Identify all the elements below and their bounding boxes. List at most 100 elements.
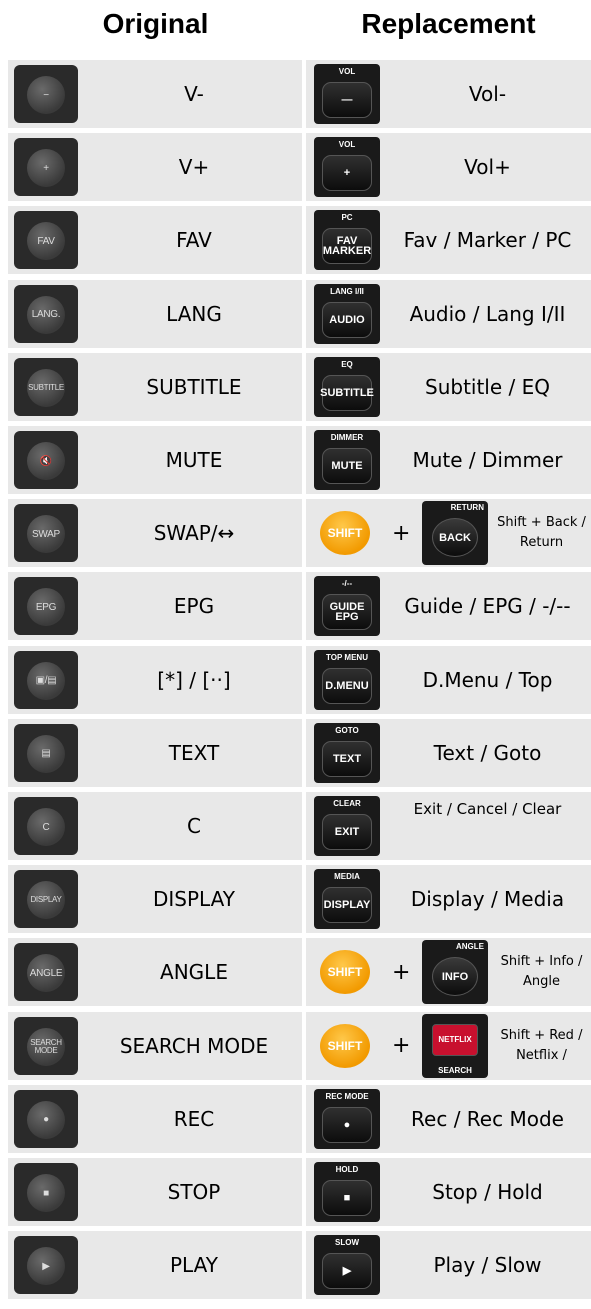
shift-key-icon: SHIFT (320, 950, 370, 995)
table-row: FAV FAV PC FAV MARKER Fav / Marker / PC (0, 206, 591, 276)
replacement-key-icon: D.MENU (322, 667, 372, 704)
original-remote-photo: LANG. (14, 284, 78, 343)
replacement-key-icon: GUIDE EPG (322, 594, 372, 631)
original-cell: CC (8, 792, 302, 860)
replacement-label: Play / Slow (433, 1253, 542, 1278)
original-label: V- (184, 82, 204, 106)
replacement-cell: DIMMER MUTE Mute / Dimmer (306, 426, 591, 494)
key-caption: PC (341, 213, 353, 223)
table-row: ▤ TEXT GOTO TEXT Text / Goto (0, 718, 591, 789)
original-key-icon: ■ (27, 1174, 65, 1212)
key-caption: LANG I/II (330, 286, 364, 296)
original-key-icon: ▤ (27, 734, 65, 773)
key-caption: VOL (338, 67, 356, 76)
key-caption: EQ (341, 359, 353, 369)
replacement-remote-photo: REC MODE ● (314, 1088, 380, 1149)
replacement-key-icon: ■ (322, 1180, 372, 1216)
header-original: Original (102, 8, 209, 39)
replacement-label: Shift + Info / Angle (500, 954, 583, 990)
replacement-cell: -/-- GUIDE EPG Guide / EPG / -/-- (306, 572, 591, 641)
replacement-label: Exit / Cancel / Clear (413, 800, 562, 818)
table-row: ■ STOP HOLD ■ Stop / Hold (0, 1158, 591, 1228)
replacement-label: Fav / Marker / PC (403, 228, 572, 253)
original-label: SWAP/↔ (153, 521, 235, 546)
original-remote-photo: ▣/▤ (14, 650, 78, 709)
original-remote-photo: SEARCH MODE (14, 1016, 78, 1075)
original-label: SEARCH MODE (119, 1033, 269, 1058)
replacement-remote-photo: LANG I/II AUDIO (314, 283, 380, 344)
table-row: DISPLAY DISPLAY MEDIA DISPLAY Display / Medi… (0, 865, 591, 935)
original-remote-photo: ANGLE (14, 943, 78, 1002)
original-key-icon: SWAP (27, 515, 65, 554)
replacement-key-icon: EXIT (322, 814, 372, 850)
replacement-key-icon: BACK (432, 518, 478, 558)
replacement-key-icon: NETFLIX (432, 1023, 478, 1056)
original-remote-photo: DISPLAY (14, 870, 78, 929)
original-remote-photo: SWAP (14, 504, 78, 563)
original-label: V+ (178, 155, 210, 180)
replacement-label: Stop / Hold (432, 1180, 543, 1204)
table-row: SWAP SWAP/↔ SHIFT + RETURN BACK Shift + Back /… (0, 499, 591, 569)
replacement-key-icon: DISPLAY (322, 887, 372, 924)
replacement-remote-photo: EQ SUBTITLE (314, 356, 380, 417)
plus-sign: + (392, 1033, 411, 1059)
original-remote-photo: − (14, 65, 78, 123)
replacement-cell: GOTO TEXT Text / Goto (306, 718, 591, 787)
original-label: REC (173, 1106, 215, 1131)
replacement-label: Vol+ (464, 155, 511, 180)
replacement-label: Text / Goto (433, 740, 542, 765)
replacement-remote-photo: HOLD ■ (314, 1162, 380, 1222)
replacement-remote-photo: SLOW ▶ (314, 1235, 380, 1296)
original-cell: EPG EPG (8, 572, 302, 641)
replacement-label: Subtitle / EQ (425, 374, 550, 399)
table-row: + V+ VOL + Vol+ (0, 133, 591, 203)
replacement-key-icon: MUTE (322, 448, 372, 484)
original-label: DISPLAY (152, 887, 235, 912)
original-cell: ▶ PLAY (8, 1231, 302, 1300)
original-label: C (187, 814, 201, 838)
replacement-remote-photo: NETFLIX SEARCH (422, 1013, 488, 1078)
replacement-remote-photo: -/-- GUIDE EPG (314, 576, 380, 637)
replacement-cell: TOP MENU D.MENU D.Menu / Top (306, 645, 591, 714)
original-cell: ▤ TEXT (8, 718, 302, 787)
table-row: LANG. LANG LANG I/II AUDIO Audio / Lang I/II (0, 279, 591, 350)
original-remote-photo: ▶ (14, 1236, 78, 1295)
replacement-remote-photo: MEDIA DISPLAY (314, 869, 380, 930)
shift-key-icon: SHIFT (320, 511, 370, 556)
replacement-cell: SHIFT + ANGLE INFO Shift + Info / Angle (306, 938, 591, 1007)
original-remote-photo: + (14, 138, 78, 197)
replacement-remote-photo: GOTO TEXT (314, 722, 380, 783)
original-cell: FAV FAV (8, 206, 302, 275)
original-cell: SUBTITLE SUBTITLE (8, 352, 302, 421)
original-label: TEXT (168, 740, 220, 765)
original-key-icon: ▶ (27, 1247, 65, 1286)
key-caption: DIMMER (330, 433, 364, 442)
replacement-label: Audio / Lang I/II (409, 301, 566, 326)
original-remote-photo: ▤ (14, 723, 78, 782)
replacement-remote-photo: VOL + (314, 137, 380, 198)
replacement-key-icon: + (322, 155, 372, 192)
replacement-cell: MEDIA DISPLAY Display / Media (306, 865, 591, 934)
plus-sign: + (392, 520, 411, 546)
table-row: − V- VOL — Vol- (0, 60, 591, 130)
replacement-cell: REC MODE ● Rec / Rec Mode (306, 1084, 591, 1153)
replacement-key-icon: INFO (432, 957, 478, 997)
original-cell: SWAP SWAP/↔ (8, 499, 302, 568)
original-cell: DISPLAY DISPLAY (8, 865, 302, 934)
replacement-label: Shift + Back / Return (497, 515, 586, 551)
original-label: [*] / [··] (157, 667, 231, 692)
key-caption: TOP MENU (326, 652, 368, 662)
key-caption: REC MODE (325, 1091, 369, 1101)
key-caption: RETURN (450, 503, 484, 513)
table-row: ▶ PLAY SLOW ▶ Play / Slow (0, 1231, 591, 1301)
replacement-label: D.Menu / Top (422, 667, 553, 692)
replacement-label: Display / Media (410, 887, 565, 912)
replacement-key-icon: FAV MARKER (322, 228, 372, 265)
replacement-cell: VOL — Vol- (306, 60, 591, 128)
original-label: MUTE (165, 448, 223, 472)
replacement-cell: VOL + Vol+ (306, 133, 591, 202)
table-row: C C CLEAR EXIT Exit / Cancel / Clear (0, 792, 591, 862)
table-row: 🔇 MUTE DIMMER MUTE Mute / Dimmer (0, 426, 591, 496)
original-key-icon: ▣/▤ (27, 661, 65, 700)
key-subcaption: SEARCH (438, 1065, 472, 1075)
